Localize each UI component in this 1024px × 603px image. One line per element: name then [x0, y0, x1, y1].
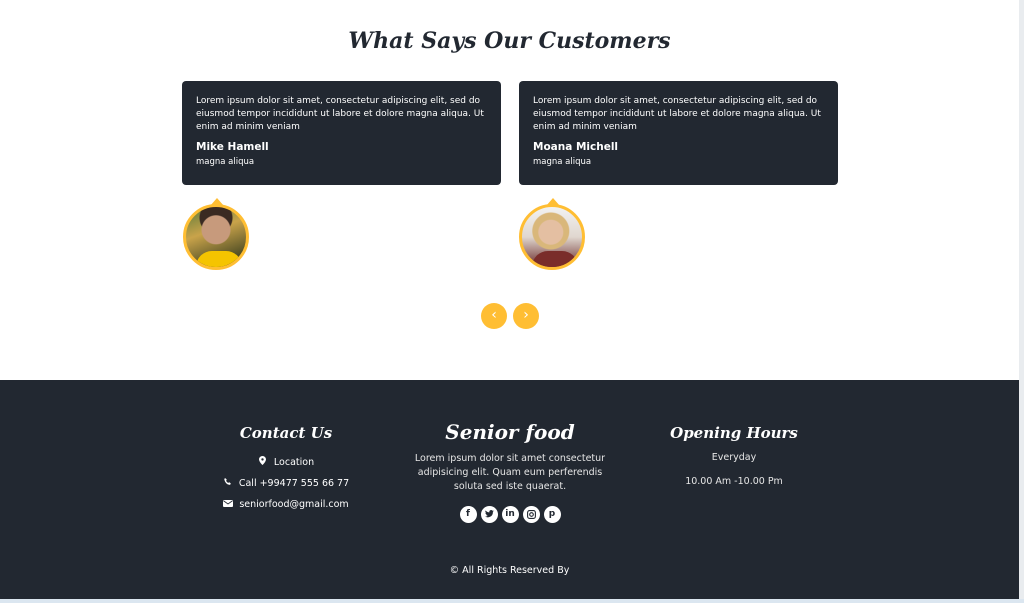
carousel-prev-button[interactable]: ‹: [481, 303, 507, 329]
testimonial-quote: Lorem ipsum dolor sit amet, consectetur …: [196, 96, 484, 132]
map-marker-icon: [258, 456, 268, 468]
section-title: What Says Our Customers: [348, 28, 671, 54]
hours-day: Everyday: [711, 452, 757, 463]
testimonial-card: Lorem ipsum dolor sit amet, consectetur …: [519, 81, 838, 185]
about-text: Lorem ipsum dolor sit amet consectetur a…: [414, 453, 606, 492]
hours-time: 10.00 Am -10.00 Pm: [685, 476, 783, 487]
copyright-text: © All Rights Reserved By: [449, 565, 570, 576]
avatar: [519, 204, 585, 270]
avatar-container: [518, 198, 588, 270]
hours-heading: Opening Hours: [670, 424, 798, 442]
phone-text: Call +99477 555 66 77: [238, 478, 350, 489]
carousel-next-button[interactable]: ›: [513, 303, 539, 329]
about-column: Senior food Lorem ipsum dolor sit amet c…: [410, 380, 610, 523]
chevron-right-icon: ›: [523, 307, 529, 323]
contact-column: Contact Us Location Call +99477 555 66 7…: [186, 380, 386, 510]
hours-column: Opening Hours Everyday 10.00 Am -10.00 P…: [634, 380, 834, 487]
twitter-icon[interactable]: [480, 506, 498, 523]
phone-icon: [223, 478, 233, 489]
location-link[interactable]: Location: [186, 456, 386, 468]
footer: Contact Us Location Call +99477 555 66 7…: [0, 380, 1019, 599]
phone-link[interactable]: Call +99477 555 66 77: [186, 478, 386, 489]
testimonial-quote: Lorem ipsum dolor sit amet, consectetur …: [533, 96, 821, 132]
pinterest-icon[interactable]: p: [543, 506, 561, 523]
facebook-icon[interactable]: f: [459, 506, 477, 523]
testimonial-role: magna aliqua: [533, 157, 592, 167]
bottom-edge: [0, 599, 1024, 603]
location-text: Location: [273, 456, 315, 468]
envelope-icon: [223, 499, 234, 510]
contact-heading: Contact Us: [239, 424, 333, 442]
social-links: f in p: [410, 506, 610, 523]
testimonial-name: Moana Michell: [533, 141, 619, 153]
avatar-container: [182, 198, 252, 270]
testimonial-card: Lorem ipsum dolor sit amet, consectetur …: [182, 81, 501, 185]
scrollbar-edge: [1019, 0, 1024, 603]
testimonial-name: Mike Hamell: [196, 141, 269, 153]
testimonial-role: magna aliqua: [196, 157, 255, 167]
brand-name: Senior food: [445, 420, 575, 444]
email-text: seniorfood@gmail.com: [239, 499, 349, 510]
avatar: [183, 204, 249, 270]
chevron-left-icon: ‹: [491, 307, 497, 323]
linkedin-icon[interactable]: in: [501, 506, 519, 523]
instagram-icon[interactable]: [522, 506, 540, 523]
testimonial-section: What Says Our Customers Lorem ipsum dolo…: [0, 0, 1019, 380]
email-link[interactable]: seniorfood@gmail.com: [186, 499, 386, 510]
